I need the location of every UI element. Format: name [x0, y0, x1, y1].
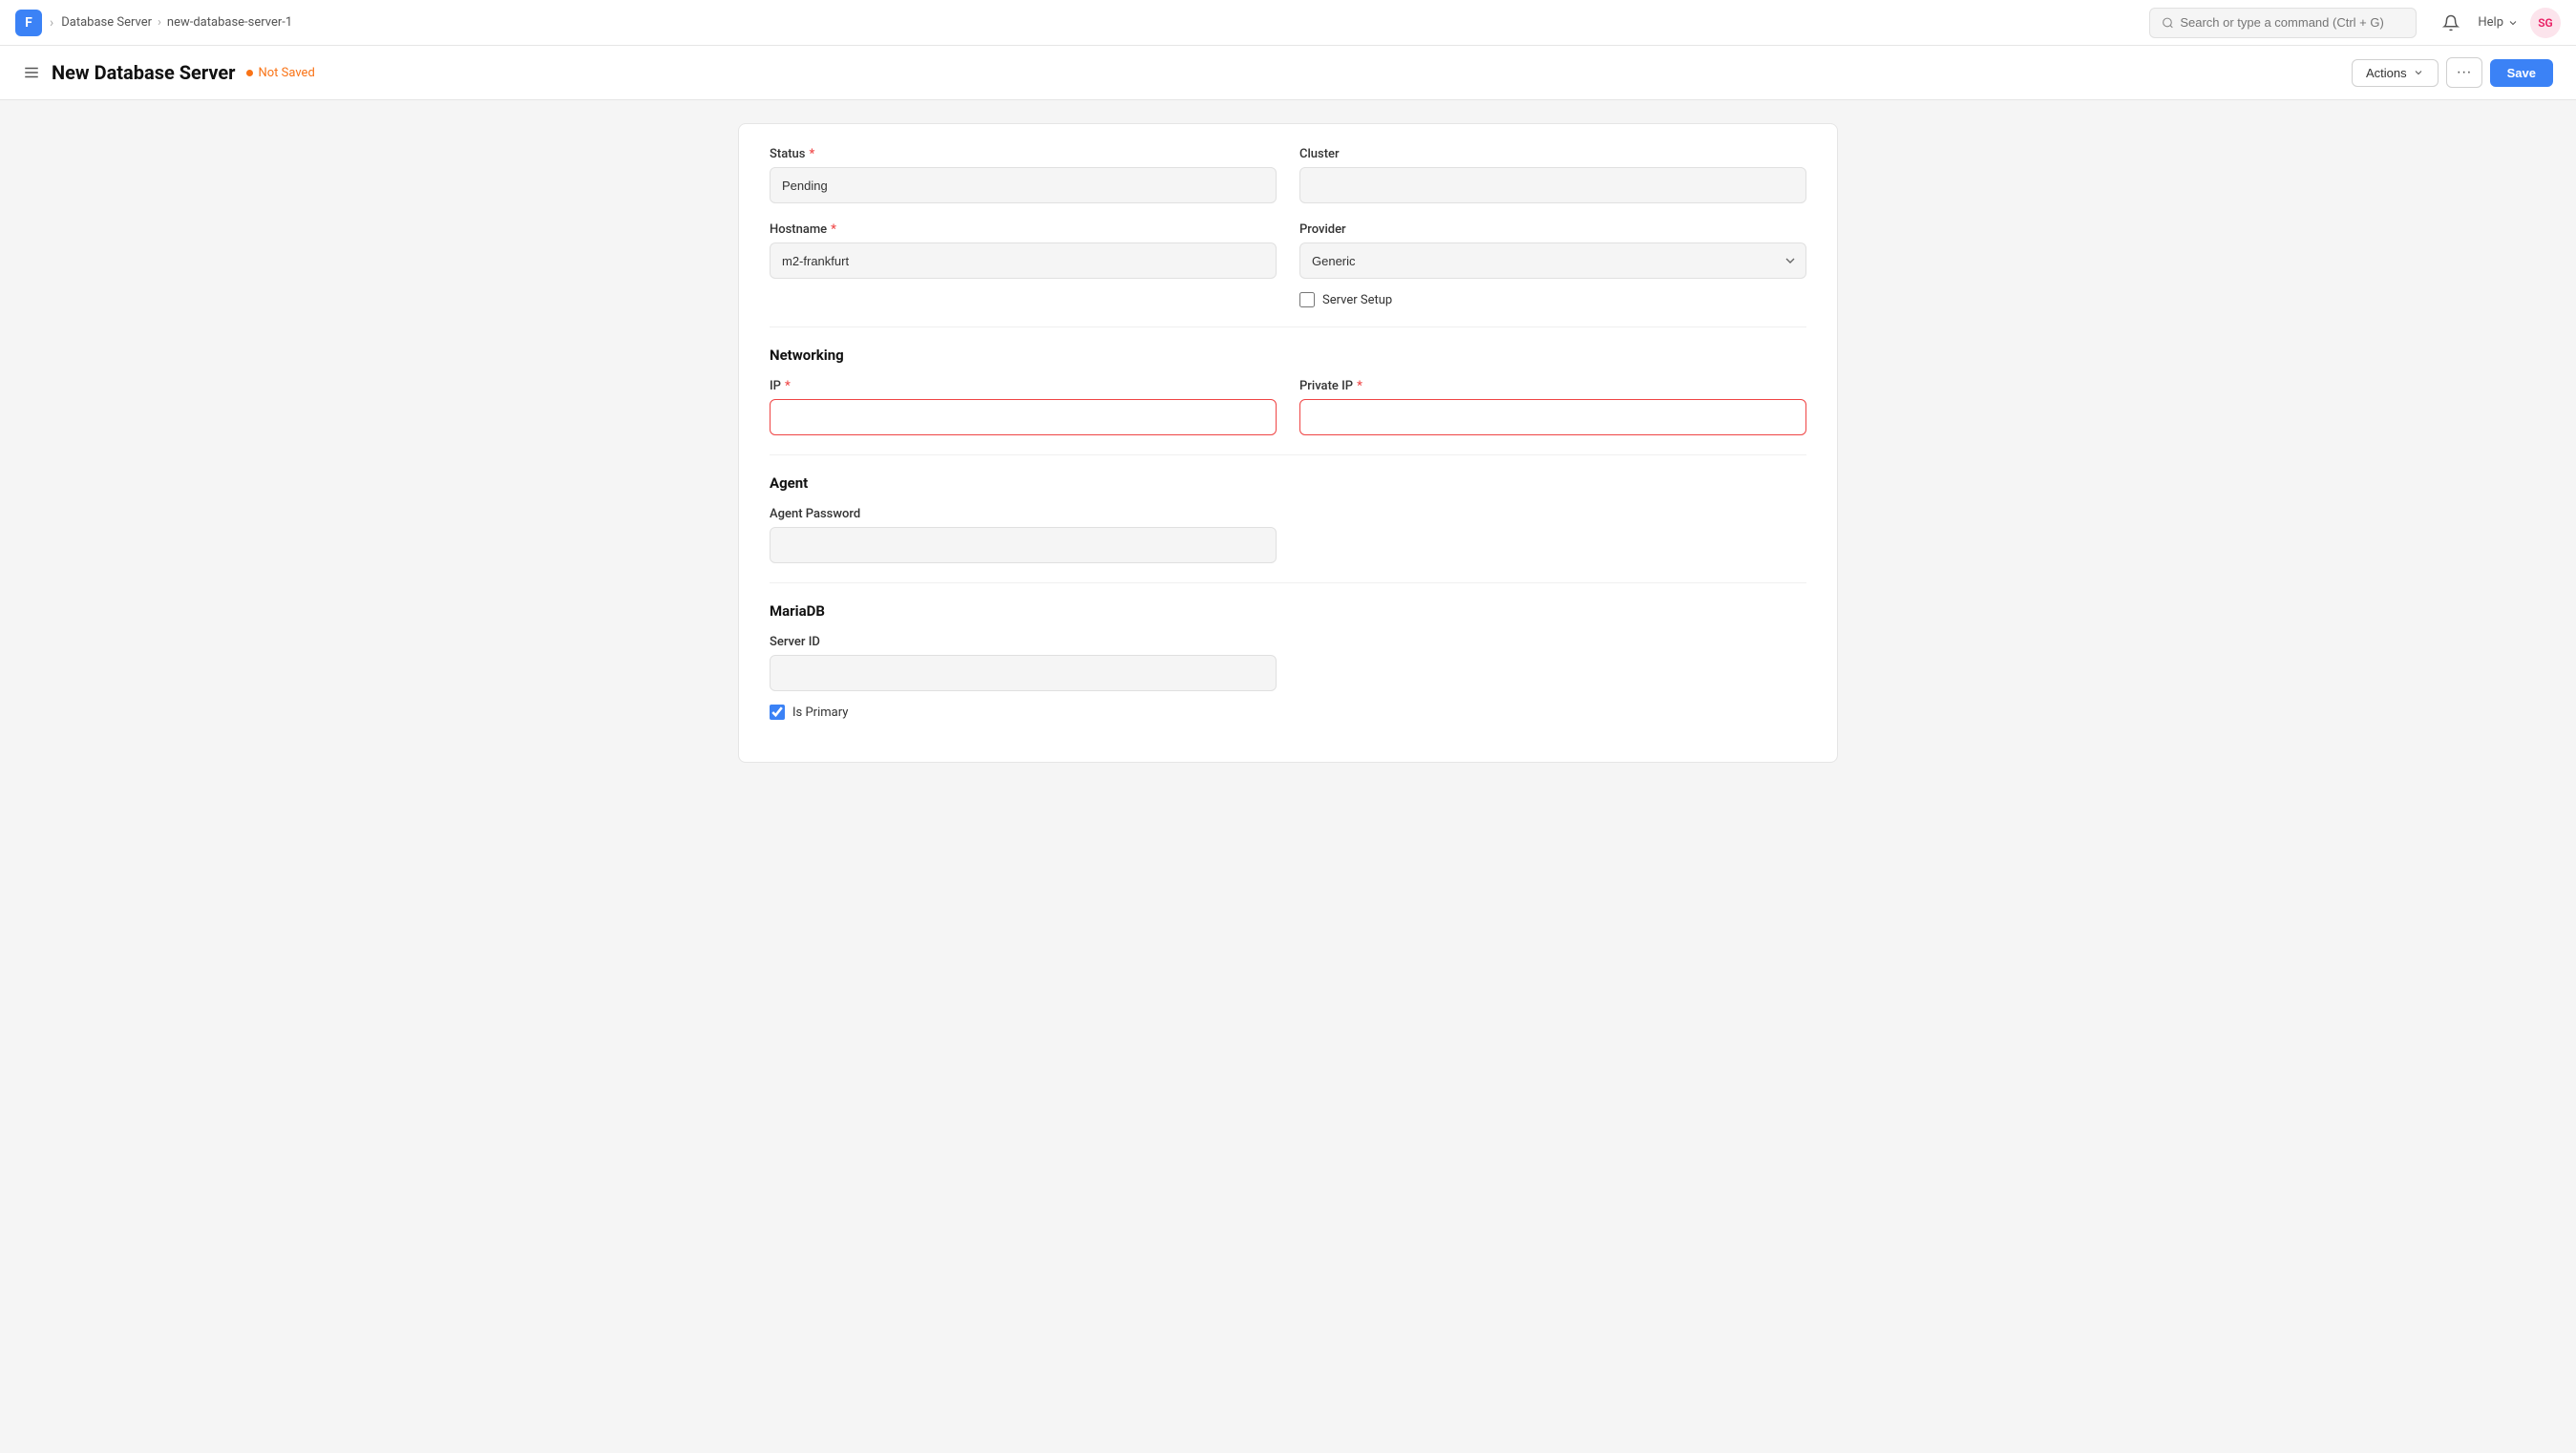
agent-password-input[interactable]: [770, 527, 1277, 563]
status-label: Status *: [770, 147, 1277, 161]
search-bar[interactable]: [2149, 8, 2417, 38]
is-primary-row: Is Primary: [770, 705, 1277, 720]
page-title: New Database Server: [52, 61, 235, 84]
private-ip-group: Private IP *: [1299, 379, 1806, 435]
ip-label: IP *: [770, 379, 1277, 393]
not-saved-badge: Not Saved: [246, 66, 314, 80]
status-required: *: [809, 147, 814, 161]
breadcrumb: Database Server › new-database-server-1: [61, 15, 292, 30]
is-primary-label[interactable]: Is Primary: [792, 705, 848, 720]
topnav-right-actions: Help SG: [2436, 8, 2561, 38]
search-input[interactable]: [2180, 15, 2404, 30]
provider-select-wrapper: Generic: [1299, 242, 1806, 279]
private-ip-input[interactable]: [1299, 399, 1806, 435]
help-button[interactable]: Help: [2478, 15, 2519, 30]
server-setup-label[interactable]: Server Setup: [1322, 293, 1392, 307]
provider-group: Provider Generic Server Setup: [1299, 222, 1806, 307]
server-id-group: Server ID Is Primary: [770, 635, 1277, 720]
agent-password-row: Agent Password: [770, 507, 1806, 563]
networking-divider: [770, 326, 1806, 327]
top-navigation: F › Database Server › new-database-serve…: [0, 0, 2576, 46]
is-primary-checkbox[interactable]: [770, 705, 785, 720]
server-id-input[interactable]: [770, 655, 1277, 691]
ip-input[interactable]: [770, 399, 1277, 435]
ip-row: IP * Private IP *: [770, 379, 1806, 435]
app-logo: F: [15, 10, 42, 36]
search-icon: [2162, 16, 2174, 30]
chevron-down-icon: [2413, 67, 2424, 78]
cluster-label: Cluster: [1299, 147, 1806, 161]
header-actions: Actions ··· Save: [2352, 57, 2553, 88]
menu-toggle[interactable]: [23, 64, 40, 81]
chevron-down-icon: [2507, 17, 2519, 29]
server-setup-checkbox[interactable]: [1299, 292, 1315, 307]
cluster-input[interactable]: [1299, 167, 1806, 203]
private-ip-required: *: [1357, 379, 1362, 393]
mariadb-title: MariaDB: [770, 602, 1806, 620]
server-setup-row: Server Setup: [1299, 292, 1806, 307]
server-id-label: Server ID: [770, 635, 1277, 649]
private-ip-label: Private IP *: [1299, 379, 1806, 393]
save-button[interactable]: Save: [2490, 59, 2553, 87]
agent-divider: [770, 454, 1806, 455]
hostname-group: Hostname *: [770, 222, 1277, 307]
status-group: Status *: [770, 147, 1277, 203]
agent-section: Agent Agent Password: [770, 474, 1806, 563]
agent-password-label: Agent Password: [770, 507, 1277, 521]
ip-required: *: [785, 379, 791, 393]
page-header: New Database Server Not Saved Actions ··…: [0, 46, 2576, 100]
networking-section: Networking IP * Private IP *: [770, 347, 1806, 435]
hostname-provider-row: Hostname * Provider Generic Server Setup: [770, 222, 1806, 307]
status-input[interactable]: [770, 167, 1277, 203]
hostname-required: *: [831, 222, 836, 237]
breadcrumb-separator-1: ›: [50, 15, 53, 31]
cluster-group: Cluster: [1299, 147, 1806, 203]
agent-password-group: Agent Password: [770, 507, 1277, 563]
breadcrumb-database-server[interactable]: Database Server: [61, 15, 152, 30]
more-options-button[interactable]: ···: [2446, 57, 2482, 88]
hostname-input[interactable]: [770, 242, 1277, 279]
agent-title: Agent: [770, 474, 1806, 492]
status-cluster-row: Status * Cluster: [770, 147, 1806, 203]
provider-select[interactable]: Generic: [1299, 242, 1806, 279]
avatar[interactable]: SG: [2530, 8, 2561, 38]
main-content: Status * Cluster Hostname * Provider: [715, 100, 1861, 786]
form-card: Status * Cluster Hostname * Provider: [738, 123, 1838, 763]
actions-button[interactable]: Actions: [2352, 59, 2439, 87]
breadcrumb-new-server[interactable]: new-database-server-1: [167, 15, 292, 30]
networking-title: Networking: [770, 347, 1806, 364]
mariadb-divider: [770, 582, 1806, 583]
server-id-row: Server ID Is Primary: [770, 635, 1806, 720]
mariadb-section: MariaDB Server ID Is Primary: [770, 602, 1806, 720]
provider-label: Provider: [1299, 222, 1806, 237]
hostname-label: Hostname *: [770, 222, 1277, 237]
ip-group: IP *: [770, 379, 1277, 435]
notifications-icon[interactable]: [2436, 8, 2466, 38]
not-saved-dot: [246, 70, 253, 76]
